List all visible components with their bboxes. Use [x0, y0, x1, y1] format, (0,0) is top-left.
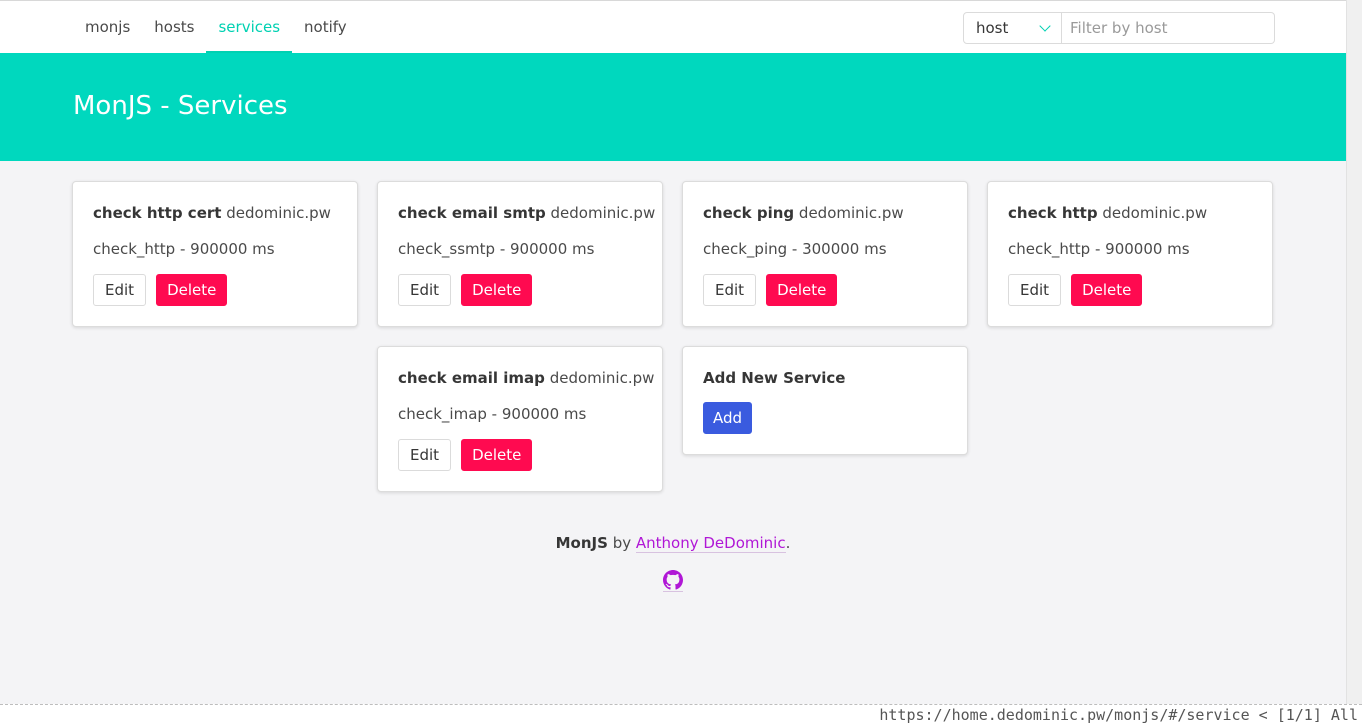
service-card: check ping dedominic.pw check_ping - 300… [682, 181, 968, 327]
page-title: MonJS - Services [73, 91, 288, 121]
delete-button[interactable]: Delete [766, 274, 838, 306]
service-host: dedominic.pw [1102, 204, 1208, 222]
service-host: dedominic.pw [549, 369, 655, 387]
add-service-card: Add New Service Add [682, 346, 968, 455]
card-actions: Edit Delete [1008, 274, 1252, 306]
service-detail: check_ping - 300000 ms [703, 240, 887, 258]
add-service-title: Add New Service [703, 369, 846, 387]
footer-by: by [612, 534, 632, 552]
status-url: https://home.dedominic.pw/monjs/#/servic… [879, 706, 1358, 724]
card-actions: Edit Delete [398, 274, 642, 306]
service-name: check http cert [93, 204, 222, 222]
service-title: check ping dedominic.pw [703, 202, 947, 224]
service-name: check email smtp [398, 204, 546, 222]
edit-button[interactable]: Edit [93, 274, 147, 306]
service-title: check http cert dedominic.pw [93, 202, 337, 224]
delete-button[interactable]: Delete [461, 439, 533, 471]
tab-services[interactable]: services [206, 1, 293, 54]
tab-monjs[interactable]: monjs [73, 1, 142, 54]
edit-button[interactable]: Edit [1008, 274, 1062, 306]
filter-group: host [963, 12, 1275, 44]
card-actions: Edit Delete [398, 439, 642, 471]
tab-hosts[interactable]: hosts [142, 1, 206, 54]
author-link[interactable]: Anthony DeDominic [635, 534, 786, 553]
vertical-scrollbar[interactable] [1346, 0, 1362, 704]
footer-period: . [785, 534, 791, 552]
service-detail: check_imap - 900000 ms [398, 405, 587, 423]
status-bar: https://home.dedominic.pw/monjs/#/servic… [0, 704, 1362, 725]
filter-input[interactable] [1062, 12, 1275, 44]
card-actions: Add [703, 402, 947, 434]
delete-button[interactable]: Delete [1071, 274, 1143, 306]
service-host: dedominic.pw [226, 204, 331, 222]
hero-banner: MonJS - Services [0, 53, 1346, 161]
service-card: check email imap dedominic.pw check_imap… [377, 346, 663, 492]
service-detail: check_http - 900000 ms [93, 240, 275, 258]
service-card: check email smtp dedominic.pw check_ssmt… [377, 181, 663, 327]
service-title: check http dedominic.pw [1008, 202, 1252, 224]
filter-field-select[interactable]: host [963, 12, 1062, 44]
footer: MonJS by Anthony DeDominic. [0, 532, 1346, 554]
chevron-down-icon [1039, 20, 1051, 32]
delete-button[interactable]: Delete [461, 274, 533, 306]
service-detail: check_ssmtp - 900000 ms [398, 240, 595, 258]
footer-app-name: MonJS [555, 534, 608, 552]
service-card: check http cert dedominic.pw check_http … [72, 181, 358, 327]
navbar: monjs hosts services notify host [0, 0, 1346, 54]
edit-button[interactable]: Edit [398, 439, 452, 471]
add-button[interactable]: Add [703, 402, 753, 434]
nav-tabs: monjs hosts services notify [73, 1, 359, 54]
service-card: check http dedominic.pw check_http - 900… [987, 181, 1273, 327]
service-name: check ping [703, 204, 795, 222]
service-title: check email smtp dedominic.pw [398, 202, 655, 224]
card-actions: Edit Delete [93, 274, 337, 306]
edit-button[interactable]: Edit [398, 274, 452, 306]
filter-field-value: host [976, 19, 1009, 37]
service-name: check email imap [398, 369, 545, 387]
card-actions: Edit Delete [703, 274, 947, 306]
service-title: check email imap dedominic.pw [398, 367, 654, 389]
delete-button[interactable]: Delete [156, 274, 228, 306]
service-host: dedominic.pw [550, 204, 656, 222]
service-host: dedominic.pw [798, 204, 904, 222]
tab-notify[interactable]: notify [292, 1, 359, 54]
page: monjs hosts services notify host MonJS -… [0, 0, 1346, 704]
service-name: check http [1008, 204, 1098, 222]
service-detail: check_http - 900000 ms [1008, 240, 1190, 258]
edit-button[interactable]: Edit [703, 274, 757, 306]
github-icon[interactable] [663, 570, 683, 592]
